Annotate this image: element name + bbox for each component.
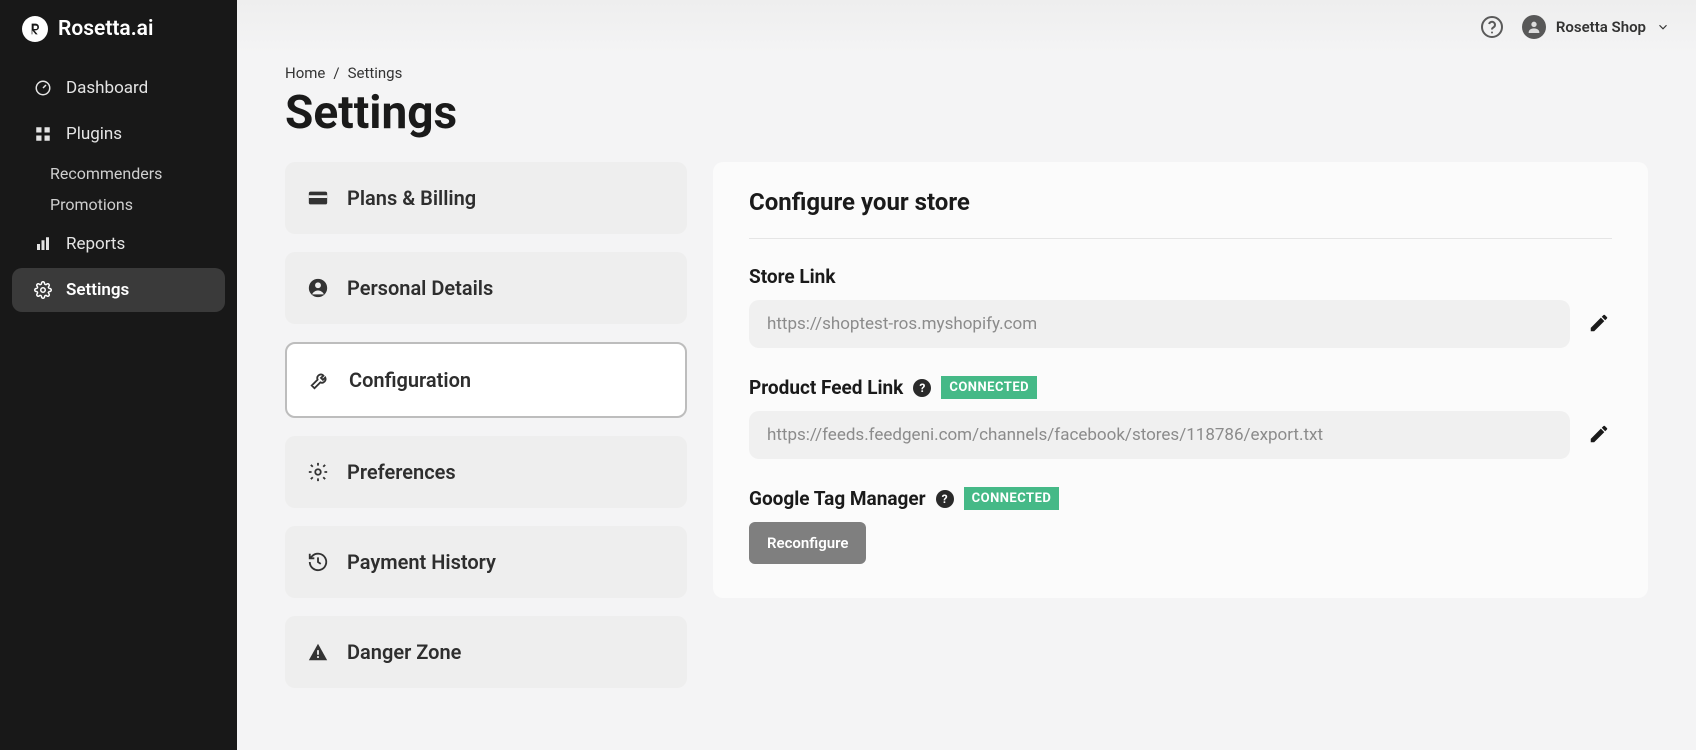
- feed-link-input[interactable]: https://feeds.feedgeni.com/channels/face…: [749, 411, 1570, 459]
- sidebar-item-reports[interactable]: Reports: [12, 222, 225, 266]
- config-panel: Configure your store Store Link https://…: [713, 162, 1648, 598]
- reconfigure-button[interactable]: Reconfigure: [749, 522, 866, 564]
- help-icon[interactable]: ?: [913, 379, 931, 397]
- sidebar-sub-label: Promotions: [50, 195, 133, 214]
- gear-icon: [307, 461, 329, 483]
- wrench-icon: [309, 369, 331, 391]
- brand-name: Rosetta.ai: [58, 17, 153, 41]
- gear-icon: [34, 281, 52, 299]
- menu-item-label: Personal Details: [347, 276, 493, 300]
- sidebar-sub-label: Recommenders: [50, 164, 162, 183]
- page-title: Settings: [285, 86, 1648, 140]
- breadcrumb-separator: /: [333, 64, 339, 82]
- field-gtm: Google Tag Manager ? CONNECTED Reconfigu…: [749, 487, 1612, 564]
- bar-chart-icon: [34, 235, 52, 253]
- menu-configuration[interactable]: Configuration: [285, 342, 687, 418]
- sidebar-sub-recommenders[interactable]: Recommenders: [0, 158, 237, 189]
- help-icon[interactable]: [1480, 15, 1504, 39]
- menu-preferences[interactable]: Preferences: [285, 436, 687, 508]
- sidebar-item-label: Reports: [66, 234, 125, 254]
- sidebar-sub-promotions[interactable]: Promotions: [0, 189, 237, 220]
- nav-list: Dashboard Plugins Recommenders Promotion…: [0, 66, 237, 312]
- history-icon: [307, 551, 329, 573]
- breadcrumb: Home / Settings: [285, 64, 1648, 82]
- menu-item-label: Danger Zone: [347, 640, 461, 664]
- store-link-input[interactable]: https://shoptest-ros.myshopify.com: [749, 300, 1570, 348]
- menu-payment-history[interactable]: Payment History: [285, 526, 687, 598]
- sidebar-item-settings[interactable]: Settings: [12, 268, 225, 312]
- user-menu[interactable]: Rosetta Shop: [1522, 15, 1670, 39]
- breadcrumb-home[interactable]: Home: [285, 64, 325, 82]
- sidebar-item-label: Dashboard: [66, 78, 148, 98]
- warning-icon: [307, 641, 329, 663]
- card-icon: [307, 187, 329, 209]
- breadcrumb-current: Settings: [348, 64, 403, 82]
- status-badge: CONNECTED: [964, 487, 1060, 510]
- chevron-down-icon: [1656, 20, 1670, 34]
- brand-mark-icon: [22, 16, 48, 42]
- user-icon: [307, 277, 329, 299]
- sidebar: Rosetta.ai Dashboard Plugins Recommender…: [0, 0, 237, 750]
- field-label-text: Google Tag Manager: [749, 487, 926, 510]
- user-name: Rosetta Shop: [1556, 18, 1646, 36]
- menu-plans-billing[interactable]: Plans & Billing: [285, 162, 687, 234]
- field-label-text: Store Link: [749, 265, 835, 288]
- status-badge: CONNECTED: [941, 376, 1037, 399]
- edit-store-link-button[interactable]: [1588, 312, 1612, 336]
- brand-logo[interactable]: Rosetta.ai: [0, 16, 237, 64]
- menu-personal-details[interactable]: Personal Details: [285, 252, 687, 324]
- menu-item-label: Plans & Billing: [347, 186, 476, 210]
- sidebar-item-label: Settings: [66, 280, 129, 300]
- menu-item-label: Preferences: [347, 460, 456, 484]
- menu-item-label: Payment History: [347, 550, 496, 574]
- topbar: Rosetta Shop: [237, 0, 1696, 54]
- field-store-link: Store Link https://shoptest-ros.myshopif…: [749, 265, 1612, 348]
- panel-title: Configure your store: [749, 188, 1612, 239]
- sidebar-item-plugins[interactable]: Plugins: [12, 112, 225, 156]
- field-label-text: Product Feed Link: [749, 376, 903, 399]
- edit-feed-link-button[interactable]: [1588, 423, 1612, 447]
- avatar-icon: [1522, 15, 1546, 39]
- menu-danger-zone[interactable]: Danger Zone: [285, 616, 687, 688]
- gauge-icon: [34, 79, 52, 97]
- help-icon[interactable]: ?: [936, 490, 954, 508]
- menu-item-label: Configuration: [349, 368, 471, 392]
- sidebar-item-label: Plugins: [66, 124, 122, 144]
- field-feed-link: Product Feed Link ? CONNECTED https://fe…: [749, 376, 1612, 459]
- sidebar-item-dashboard[interactable]: Dashboard: [12, 66, 225, 110]
- grid-icon: [34, 125, 52, 143]
- settings-menu: Plans & Billing Personal Details Configu…: [285, 162, 687, 688]
